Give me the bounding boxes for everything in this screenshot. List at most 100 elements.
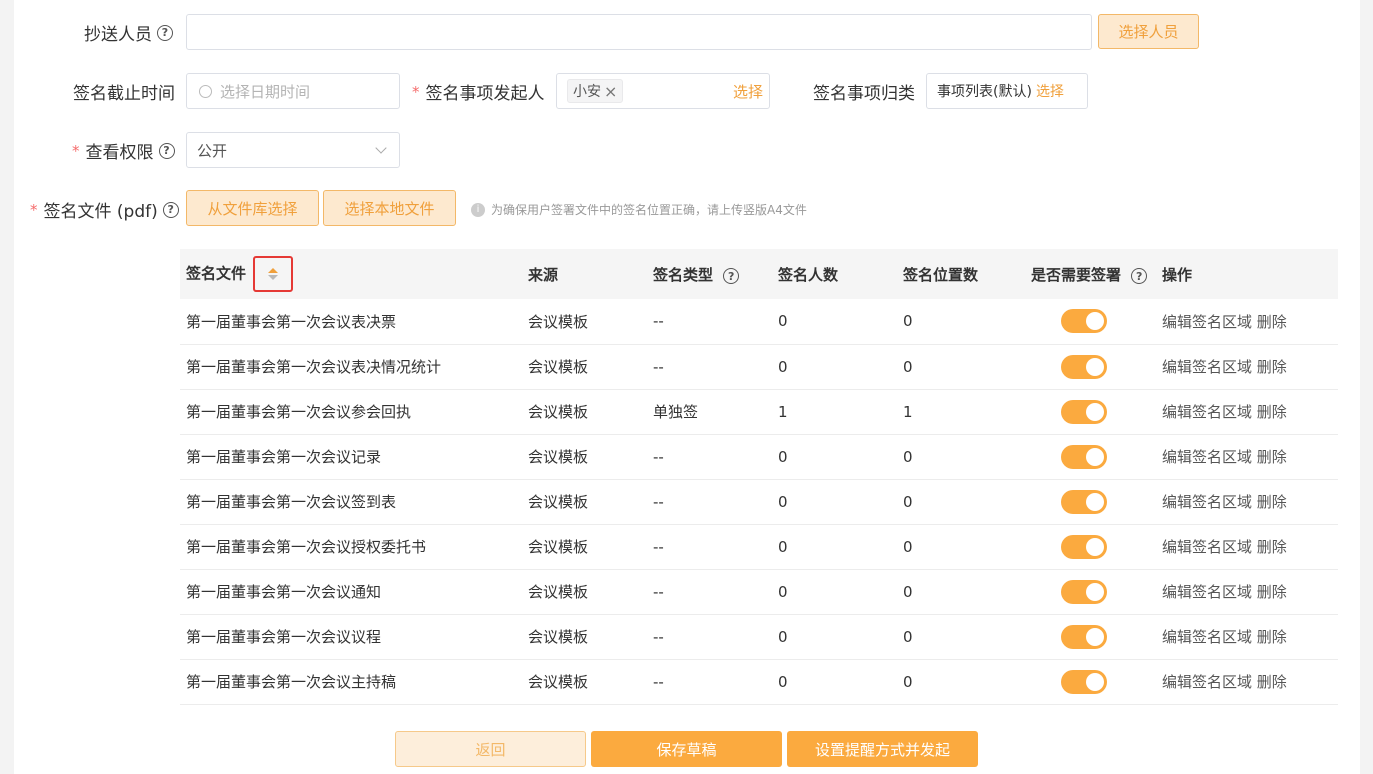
cell-positions: 0	[897, 344, 1025, 390]
required-toggle[interactable]	[1061, 309, 1107, 334]
cell-count: 0	[772, 479, 897, 525]
form-panel: 抄送人员 ? 选择人员 签名截止时间 选择日期时间 * 签名事项发起人 小安 ×…	[14, 0, 1360, 774]
local-file-button[interactable]: 选择本地文件	[323, 190, 456, 226]
table-row: 第一届董事会第一次会议主持稿 会议模板 -- 0 0 编辑签名区域 删除	[180, 659, 1338, 705]
cell-file: 第一届董事会第一次会议议程	[180, 614, 522, 660]
cell-positions: 0	[897, 299, 1025, 345]
help-icon[interactable]: ?	[723, 268, 740, 284]
table-row: 第一届董事会第一次会议通知 会议模板 -- 0 0 编辑签名区域 删除	[180, 569, 1338, 615]
required-toggle[interactable]	[1061, 399, 1107, 424]
table-row: 第一届董事会第一次会议授权委托书 会议模板 -- 0 0 编辑签名区域 删除	[180, 524, 1338, 570]
delete-link[interactable]: 删除	[1257, 538, 1287, 556]
permission-select[interactable]: 公开	[186, 132, 400, 168]
cell-source: 会议模板	[522, 389, 647, 435]
select-person-button[interactable]: 选择人员	[1098, 14, 1199, 49]
deadline-input[interactable]: 选择日期时间	[186, 73, 400, 109]
edit-area-link[interactable]: 编辑签名区域	[1162, 403, 1252, 421]
category-input[interactable]: 事项列表(默认) 选择	[926, 73, 1088, 109]
cell-positions: 0	[897, 569, 1025, 615]
cell-type: 单独签	[647, 389, 772, 435]
cell-file: 第一届董事会第一次会议授权委托书	[180, 524, 522, 570]
required-toggle[interactable]	[1061, 624, 1107, 649]
cell-count: 0	[772, 299, 897, 345]
table-row: 第一届董事会第一次会议记录 会议模板 -- 0 0 编辑签名区域 删除	[180, 434, 1338, 480]
cell-count: 0	[772, 434, 897, 480]
signature-files-table: 签名文件 来源 签名类型 ? 签名人数 签名位置数 是否需要签署 ? 操作 第一…	[180, 249, 1338, 705]
cell-positions: 0	[897, 524, 1025, 570]
table-row: 第一届董事会第一次会议表决票 会议模板 -- 0 0 编辑签名区域 删除	[180, 299, 1338, 345]
required-toggle[interactable]	[1061, 579, 1107, 604]
required-toggle[interactable]	[1061, 534, 1107, 559]
cell-required	[1025, 614, 1156, 660]
initiator-label: * 签名事项发起人	[412, 82, 545, 105]
cell-source: 会议模板	[522, 659, 647, 705]
cell-required	[1025, 479, 1156, 525]
category-select-link[interactable]: 选择	[1036, 81, 1064, 101]
initiator-input[interactable]: 小安 × 选择	[556, 73, 770, 109]
permission-label: * 查看权限 ?	[72, 138, 175, 163]
delete-link[interactable]: 删除	[1257, 448, 1287, 466]
required-toggle[interactable]	[1061, 669, 1107, 694]
deadline-label: 签名截止时间	[73, 84, 175, 104]
cell-positions: 0	[897, 434, 1025, 480]
sort-icon[interactable]	[253, 256, 294, 292]
edit-area-link[interactable]: 编辑签名区域	[1162, 673, 1252, 691]
cc-input[interactable]	[186, 14, 1092, 50]
delete-link[interactable]: 删除	[1257, 628, 1287, 646]
cell-ops: 编辑签名区域 删除	[1156, 344, 1338, 390]
required-toggle[interactable]	[1061, 354, 1107, 379]
set-reminder-button[interactable]: 设置提醒方式并发起	[787, 731, 978, 767]
initiator-select-link[interactable]: 选择	[733, 81, 763, 102]
edit-area-link[interactable]: 编辑签名区域	[1162, 313, 1252, 331]
delete-link[interactable]: 删除	[1257, 673, 1287, 691]
header-type: 签名类型 ?	[647, 249, 772, 299]
edit-area-link[interactable]: 编辑签名区域	[1162, 448, 1252, 466]
edit-area-link[interactable]: 编辑签名区域	[1162, 628, 1252, 646]
cell-count: 0	[772, 524, 897, 570]
file-library-button[interactable]: 从文件库选择	[186, 190, 319, 226]
delete-link[interactable]: 删除	[1257, 493, 1287, 511]
cell-file: 第一届董事会第一次会议签到表	[180, 479, 522, 525]
cell-ops: 编辑签名区域 删除	[1156, 524, 1338, 570]
cell-ops: 编辑签名区域 删除	[1156, 479, 1338, 525]
delete-link[interactable]: 删除	[1257, 358, 1287, 376]
edit-area-link[interactable]: 编辑签名区域	[1162, 538, 1252, 556]
cell-count: 0	[772, 569, 897, 615]
close-icon[interactable]: ×	[604, 82, 617, 101]
edit-area-link[interactable]: 编辑签名区域	[1162, 493, 1252, 511]
cell-file: 第一届董事会第一次会议记录	[180, 434, 522, 480]
help-icon[interactable]: ?	[157, 24, 173, 41]
delete-link[interactable]: 删除	[1257, 583, 1287, 601]
help-icon[interactable]: ?	[1131, 268, 1148, 284]
header-count: 签名人数	[772, 249, 897, 299]
edit-area-link[interactable]: 编辑签名区域	[1162, 358, 1252, 376]
back-button[interactable]: 返回	[395, 731, 586, 767]
delete-link[interactable]: 删除	[1257, 403, 1287, 421]
cell-file: 第一届董事会第一次会议表决情况统计	[180, 344, 522, 390]
cell-required	[1025, 344, 1156, 390]
cell-ops: 编辑签名区域 删除	[1156, 659, 1338, 705]
cell-file: 第一届董事会第一次会议通知	[180, 569, 522, 615]
cell-file: 第一届董事会第一次会议参会回执	[180, 389, 522, 435]
cell-type: --	[647, 434, 772, 480]
cell-type: --	[647, 614, 772, 660]
cell-type: --	[647, 524, 772, 570]
help-icon[interactable]: ?	[158, 142, 175, 159]
save-draft-button[interactable]: 保存草稿	[591, 731, 782, 767]
delete-link[interactable]: 删除	[1257, 313, 1287, 331]
file-label: * 签名文件 (pdf) ?	[30, 197, 179, 222]
edit-area-link[interactable]: 编辑签名区域	[1162, 583, 1252, 601]
cell-positions: 1	[897, 389, 1025, 435]
header-required: 是否需要签署 ?	[1025, 249, 1156, 299]
required-toggle[interactable]	[1061, 444, 1107, 469]
cell-ops: 编辑签名区域 删除	[1156, 569, 1338, 615]
cell-source: 会议模板	[522, 479, 647, 525]
cell-source: 会议模板	[522, 434, 647, 480]
header-positions: 签名位置数	[897, 249, 1025, 299]
clock-icon	[199, 84, 212, 98]
category-label: 签名事项归类	[813, 84, 915, 104]
cell-type: --	[647, 479, 772, 525]
help-icon[interactable]: ?	[162, 201, 179, 218]
table-row: 第一届董事会第一次会议表决情况统计 会议模板 -- 0 0 编辑签名区域 删除	[180, 344, 1338, 390]
required-toggle[interactable]	[1061, 489, 1107, 514]
